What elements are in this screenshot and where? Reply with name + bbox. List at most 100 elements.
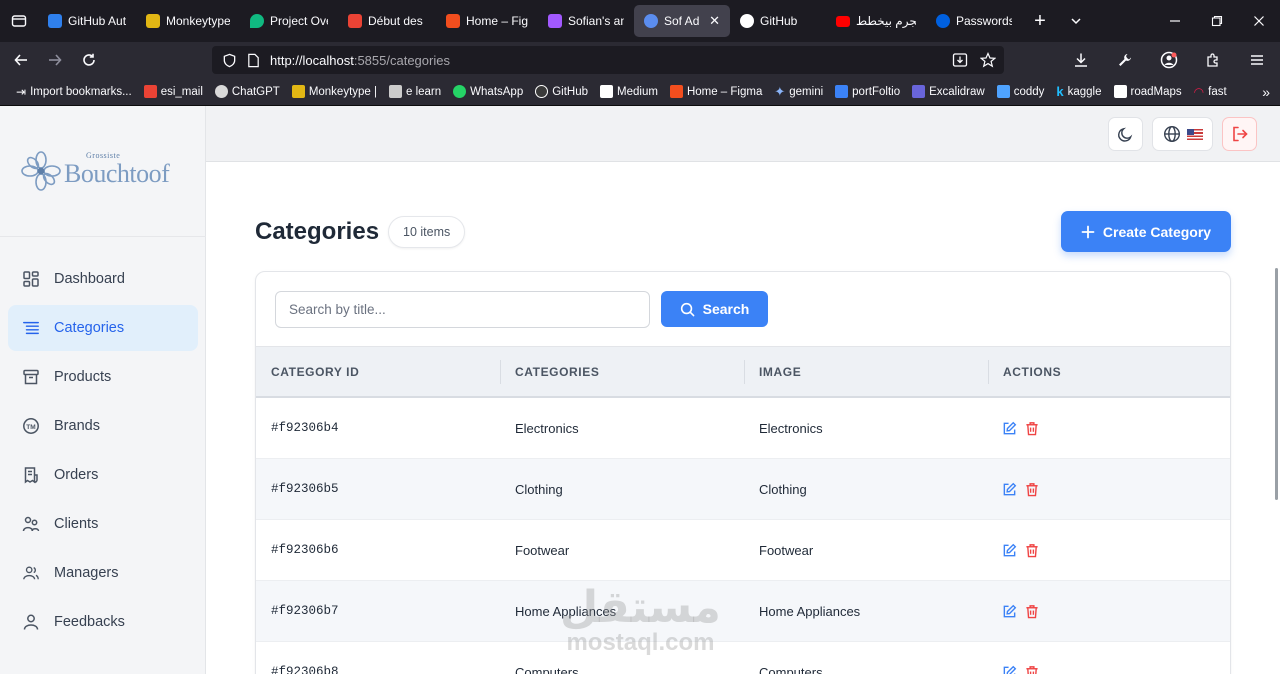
- forward-button[interactable]: [38, 42, 72, 78]
- trash-icon[interactable]: [1025, 543, 1039, 558]
- close-tab-icon[interactable]: ✕: [709, 13, 720, 29]
- account-button[interactable]: [1152, 42, 1186, 78]
- bookmark-item[interactable]: roadMaps: [1108, 85, 1188, 98]
- account-icon: [1160, 51, 1178, 69]
- search-button-label: Search: [702, 301, 750, 317]
- browser-tab[interactable]: Sofian's and: [538, 5, 634, 37]
- table-row[interactable]: #f92306b6 Footwear Footwear: [256, 520, 1230, 581]
- bookmark-item[interactable]: ⇥ Import bookmarks...: [10, 85, 138, 99]
- trash-icon[interactable]: [1025, 665, 1039, 674]
- close-window-button[interactable]: [1238, 0, 1280, 42]
- bookmark-item[interactable]: e learn: [383, 85, 447, 98]
- bookmark-item[interactable]: Monkeytype |: [286, 85, 383, 98]
- gmail-icon: [348, 14, 362, 28]
- sidebar-item-brands[interactable]: TM Brands: [8, 403, 198, 449]
- browser-tab[interactable]: Monkeytype: [136, 5, 240, 37]
- bookmark-item[interactable]: Home – Figma: [664, 85, 768, 98]
- user-group-icon: [23, 566, 39, 580]
- browser-tab[interactable]: GitHub: [730, 5, 826, 37]
- bookmark-item[interactable]: ChatGPT: [209, 85, 286, 98]
- sidebar-item-orders[interactable]: Orders: [8, 452, 198, 498]
- reader-view-icon[interactable]: [952, 52, 968, 68]
- browser-nav-bar: http://localhost:5855/categories: [0, 42, 1280, 78]
- minimize-button[interactable]: [1154, 0, 1196, 42]
- back-button[interactable]: [4, 42, 38, 78]
- shield-icon[interactable]: [222, 53, 237, 68]
- star-icon[interactable]: [980, 52, 996, 68]
- logout-button[interactable]: [1222, 117, 1257, 151]
- more-bookmarks-button[interactable]: »: [1262, 78, 1270, 106]
- sidebar-item-managers[interactable]: Managers: [8, 550, 198, 596]
- sidebar-item-clients[interactable]: Clients: [8, 501, 198, 547]
- row-actions: [988, 482, 1230, 497]
- bookmarks-toolbar: ⇥ Import bookmarks... esi_mail ChatGPT Mo…: [0, 78, 1280, 106]
- brand-logo[interactable]: Grossiste Bouchtoof: [20, 150, 170, 192]
- create-category-button[interactable]: Create Category: [1061, 211, 1231, 252]
- table-row[interactable]: #f92306b4 Electronics Electronics: [256, 398, 1230, 459]
- edit-icon[interactable]: [1002, 665, 1017, 674]
- bookmark-item[interactable]: Medium: [594, 85, 664, 98]
- category-image-cell: Electronics: [759, 420, 823, 436]
- downloads-button[interactable]: [1064, 42, 1098, 78]
- sidebar-item-label: Managers: [54, 565, 119, 581]
- sidebar-item-dashboard[interactable]: Dashboard: [8, 256, 198, 302]
- restore-button[interactable]: [1196, 0, 1238, 42]
- bookmark-item[interactable]: coddy: [991, 85, 1051, 98]
- browser-tab[interactable]: Project Overview: [240, 5, 338, 37]
- close-icon: [1254, 16, 1264, 26]
- browser-tab[interactable]: مجرم بيخطط: [826, 5, 926, 37]
- sidebar-item-categories[interactable]: Categories: [8, 305, 198, 351]
- bookmark-item[interactable]: portFoltio: [829, 85, 906, 98]
- new-tab-button[interactable]: +: [1022, 0, 1058, 42]
- page-icon[interactable]: [247, 53, 260, 68]
- theme-toggle-button[interactable]: [1108, 117, 1143, 151]
- plus-icon: [1081, 225, 1095, 238]
- trash-icon[interactable]: [1025, 421, 1039, 436]
- edit-icon[interactable]: [1002, 482, 1017, 497]
- import-icon: ⇥: [16, 84, 27, 99]
- bookmark-item[interactable]: ✦ gemini: [768, 84, 829, 100]
- category-image-cell: Clothing: [759, 481, 807, 497]
- arrow-left-icon: [14, 54, 27, 66]
- tab-overview-button[interactable]: [0, 0, 38, 42]
- bookmark-item[interactable]: k kaggle: [1050, 84, 1107, 99]
- bookmark-item[interactable]: esi_mail: [138, 85, 209, 98]
- edit-icon[interactable]: [1002, 543, 1017, 558]
- bookmark-item[interactable]: Excalidraw: [906, 85, 991, 98]
- browser-tab[interactable]: GitHub Auth: [38, 5, 136, 37]
- trash-icon[interactable]: [1025, 604, 1039, 619]
- trash-icon[interactable]: [1025, 482, 1039, 497]
- table-row[interactable]: #f92306b7 Home Appliances Home Appliance…: [256, 581, 1230, 642]
- bookmark-item[interactable]: WhatsApp: [447, 85, 529, 98]
- url-text[interactable]: http://localhost:5855/categories: [270, 53, 450, 68]
- page-scrollbar[interactable]: [1275, 268, 1278, 500]
- edit-icon[interactable]: [1002, 604, 1017, 619]
- tab-list-button[interactable]: [1058, 0, 1094, 42]
- language-button[interactable]: [1152, 117, 1213, 151]
- sidebar-divider: [0, 236, 206, 237]
- column-header-image[interactable]: IMAGE: [744, 347, 988, 397]
- fast-icon: ◠: [1193, 84, 1205, 99]
- bookmark-item[interactable]: GitHub: [529, 85, 594, 98]
- search-input[interactable]: [275, 291, 650, 328]
- sidebar-item-products[interactable]: Products: [8, 354, 198, 400]
- browser-tab[interactable]: Début des T: [338, 5, 436, 37]
- reload-button[interactable]: [72, 42, 106, 78]
- puzzle-icon: [1207, 53, 1218, 67]
- edit-icon[interactable]: [1002, 421, 1017, 436]
- column-header-category-id[interactable]: CATEGORY ID: [256, 347, 500, 397]
- app-menu-button[interactable]: [1240, 42, 1274, 78]
- extensions-button[interactable]: [1196, 42, 1230, 78]
- browser-tab[interactable]: Passwords: [926, 5, 1022, 37]
- table-row[interactable]: #f92306b5 Clothing Clothing: [256, 459, 1230, 520]
- figma-icon: [669, 85, 683, 98]
- table-row[interactable]: #f92306b8 Computers Computers: [256, 642, 1230, 674]
- browser-tab-active[interactable]: Sof Admin✕: [634, 5, 730, 37]
- column-header-categories[interactable]: CATEGORIES: [500, 347, 744, 397]
- browser-tab[interactable]: Home – Figma: [436, 5, 538, 37]
- tools-button[interactable]: [1108, 42, 1142, 78]
- search-button[interactable]: Search: [661, 291, 768, 327]
- sidebar-item-feedbacks[interactable]: Feedbacks: [8, 599, 198, 645]
- bookmark-item[interactable]: ◠ fast: [1188, 85, 1233, 99]
- url-bar[interactable]: http://localhost:5855/categories: [212, 46, 1004, 74]
